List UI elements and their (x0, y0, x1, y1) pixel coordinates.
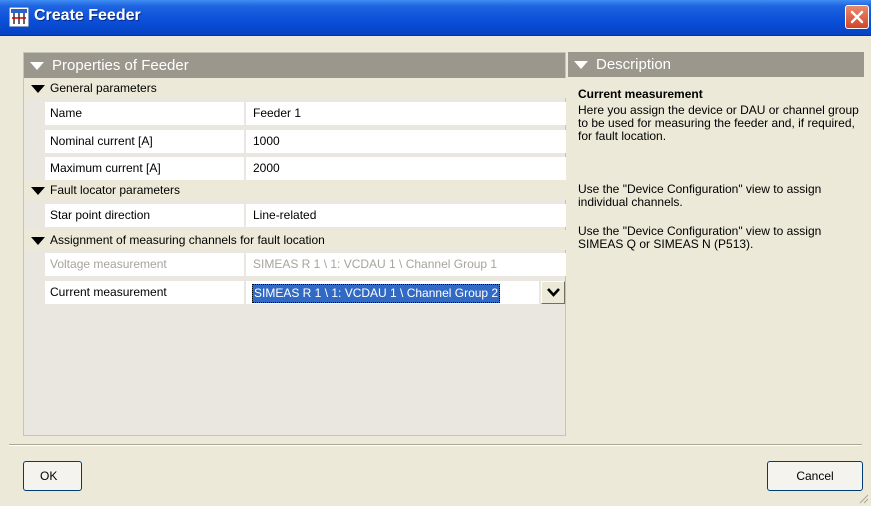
group-label: General parameters (50, 81, 157, 95)
nominal-current-value-field[interactable]: 1000 (246, 130, 566, 153)
resize-grip-icon[interactable] (857, 492, 869, 504)
description-paragraph: Use the "Device Configuration" view to a… (578, 224, 822, 251)
collapse-arrow-icon (30, 62, 44, 70)
description-panel: Description Current measurement Here you… (568, 52, 864, 436)
property-row-maximum-current[interactable]: Maximum current [A] 2000 (45, 157, 566, 180)
ok-button[interactable]: OK (23, 461, 82, 491)
close-icon (850, 10, 864, 24)
property-name: Current measurement (45, 281, 244, 304)
maximum-current-value-field[interactable]: 2000 (246, 157, 566, 180)
property-row-nominal-current[interactable]: Nominal current [A] 1000 (45, 130, 566, 153)
star-point-direction-value-field[interactable]: Line-related (246, 204, 566, 227)
property-row-star-point-direction[interactable]: Star point direction Line-related (45, 204, 566, 227)
cancel-button[interactable]: Cancel (767, 461, 863, 491)
properties-header-label: Properties of Feeder (52, 57, 189, 74)
properties-header[interactable]: Properties of Feeder (24, 53, 565, 78)
property-name: Nominal current [A] (45, 130, 244, 153)
create-feeder-dialog: Create Feeder Properties of Feeder Gener… (0, 0, 871, 506)
group-label: Assignment of measuring channels for fau… (50, 233, 325, 247)
expand-arrow-icon (31, 237, 45, 245)
property-row-current-measurement[interactable]: Current measurement SIMEAS R 1 \ 1: VCDA… (45, 281, 566, 304)
feeder-app-icon (9, 7, 29, 27)
group-fault-locator-parameters[interactable]: Fault locator parameters (24, 180, 567, 200)
description-paragraph: Use the "Device Configuration" view to a… (578, 182, 822, 209)
description-paragraph: Here you assign the device or DAU or cha… (578, 103, 859, 143)
property-name: Maximum current [A] (45, 157, 244, 180)
current-measurement-dropdown-button[interactable] (541, 281, 565, 304)
description-heading: Current measurement (578, 87, 703, 101)
chevron-down-icon (547, 288, 560, 297)
properties-panel: Properties of Feeder General parameters … (23, 52, 567, 436)
current-measurement-select[interactable]: SIMEAS R 1 \ 1: VCDAU 1 \ Channel Group … (246, 281, 539, 304)
group-general-parameters[interactable]: General parameters (24, 78, 567, 98)
current-measurement-selected-value: SIMEAS R 1 \ 1: VCDAU 1 \ Channel Group … (252, 284, 501, 303)
description-header[interactable]: Description (568, 52, 864, 77)
group-assignment-measuring-channels[interactable]: Assignment of measuring channels for fau… (24, 230, 567, 250)
name-value-field[interactable]: Feeder 1 (246, 102, 566, 125)
window-title: Create Feeder (34, 7, 141, 24)
close-button[interactable] (845, 5, 869, 29)
property-row-voltage-measurement: Voltage measurement SIMEAS R 1 \ 1: VCDA… (45, 253, 566, 276)
property-row-name[interactable]: Name Feeder 1 (45, 102, 566, 125)
property-name: Star point direction (45, 204, 244, 227)
property-name: Voltage measurement (45, 253, 244, 276)
title-bar[interactable]: Create Feeder (0, 0, 871, 36)
property-name: Name (45, 102, 244, 125)
description-header-label: Description (596, 56, 672, 73)
group-label: Fault locator parameters (50, 183, 181, 197)
voltage-measurement-value-field: SIMEAS R 1 \ 1: VCDAU 1 \ Channel Group … (246, 253, 566, 276)
collapse-arrow-icon (574, 61, 588, 69)
expand-arrow-icon (31, 85, 45, 93)
divider (9, 444, 862, 446)
expand-arrow-icon (31, 187, 45, 195)
